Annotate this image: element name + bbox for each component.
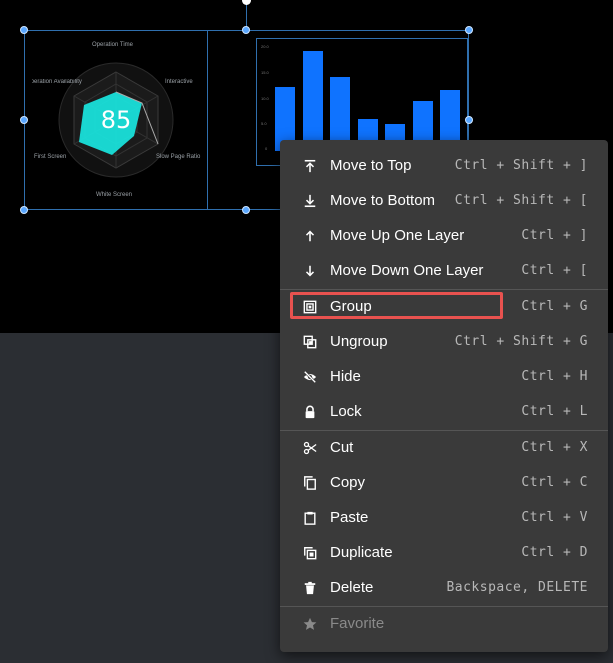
menu-item-label: Lock [330, 403, 362, 420]
menu-item-label: Hide [330, 368, 361, 385]
menu-item-hide[interactable]: Hide Ctrl + H [280, 359, 608, 394]
resize-handle-middle-right[interactable] [465, 116, 473, 124]
menu-item-label: Move Down One Layer [330, 262, 484, 279]
menu-item-ungroup[interactable]: Ungroup Ctrl + Shift + G [280, 324, 608, 359]
menu-item-shortcut: Ctrl + L [521, 404, 588, 419]
menu-item-shortcut: Ctrl + Shift + ] [454, 158, 588, 173]
highlight-box [290, 292, 503, 319]
menu-item-copy[interactable]: Copy Ctrl + C [280, 465, 608, 500]
menu-item-favorite[interactable]: Favorite [280, 606, 608, 641]
menu-item-shortcut: Ctrl + Shift + G [454, 334, 588, 349]
menu-item-shortcut: Backspace, DELETE [446, 580, 588, 595]
arrow-to-top-icon [302, 158, 318, 174]
menu-item-shortcut: Ctrl + Shift + [ [454, 193, 588, 208]
menu-item-label: Paste [330, 509, 369, 526]
menu-item-label: Delete [330, 579, 374, 596]
menu-item-shortcut: Ctrl + X [521, 440, 588, 455]
selection-divider [207, 30, 208, 210]
menu-item-delete[interactable]: Delete Backspace, DELETE [280, 570, 608, 605]
menu-item-shortcut: Ctrl + C [521, 475, 588, 490]
menu-item-label: Duplicate [330, 544, 393, 561]
resize-handle-top-right[interactable] [465, 26, 473, 34]
resize-handle-bottom-left[interactable] [20, 206, 28, 214]
arrow-up-icon [302, 228, 318, 244]
context-menu: Move to Top Ctrl + Shift + ] Move to Bot… [280, 140, 608, 652]
menu-item-label: Ungroup [330, 333, 388, 350]
menu-item-shortcut: Ctrl + G [521, 299, 588, 314]
ungroup-icon [302, 334, 318, 350]
arrow-to-bottom-icon [302, 193, 318, 209]
menu-item-label: Move Up One Layer [330, 227, 465, 244]
menu-item-shortcut: Ctrl + [ [521, 263, 588, 278]
star-icon [302, 616, 318, 632]
trash-icon [302, 580, 318, 596]
menu-item-shortcut: Ctrl + V [521, 510, 588, 525]
resize-handle-top-center[interactable] [242, 26, 250, 34]
resize-handle-middle-left[interactable] [20, 116, 28, 124]
menu-item-label: Favorite [330, 615, 385, 632]
menu-item-move-to-bottom[interactable]: Move to Bottom Ctrl + Shift + [ [280, 183, 608, 218]
menu-item-lock[interactable]: Lock Ctrl + L [280, 394, 608, 429]
paste-icon [302, 510, 318, 526]
menu-item-label: Move to Top [330, 157, 412, 174]
resize-handle-bottom-center[interactable] [242, 206, 250, 214]
menu-item-move-down-one-layer[interactable]: Move Down One Layer Ctrl + [ [280, 253, 608, 288]
menu-item-shortcut: Ctrl + D [521, 545, 588, 560]
copy-icon [302, 475, 318, 491]
duplicate-icon [302, 545, 318, 561]
menu-item-label: Move to Bottom [330, 192, 436, 209]
eye-off-icon [302, 369, 318, 385]
menu-item-move-up-one-layer[interactable]: Move Up One Layer Ctrl + ] [280, 218, 608, 253]
menu-item-shortcut: Ctrl + ] [521, 228, 588, 243]
lock-icon [302, 404, 318, 420]
menu-item-duplicate[interactable]: Duplicate Ctrl + D [280, 535, 608, 570]
arrow-down-icon [302, 263, 318, 279]
menu-item-move-to-top[interactable]: Move to Top Ctrl + Shift + ] [280, 148, 608, 183]
menu-item-label: Cut [330, 439, 354, 456]
menu-item-label: Copy [330, 474, 366, 491]
menu-item-paste[interactable]: Paste Ctrl + V [280, 500, 608, 535]
menu-item-cut[interactable]: Cut Ctrl + X [280, 430, 608, 465]
menu-item-shortcut: Ctrl + H [521, 369, 588, 384]
resize-handle-top-left[interactable] [20, 26, 28, 34]
scissors-icon [302, 440, 318, 456]
